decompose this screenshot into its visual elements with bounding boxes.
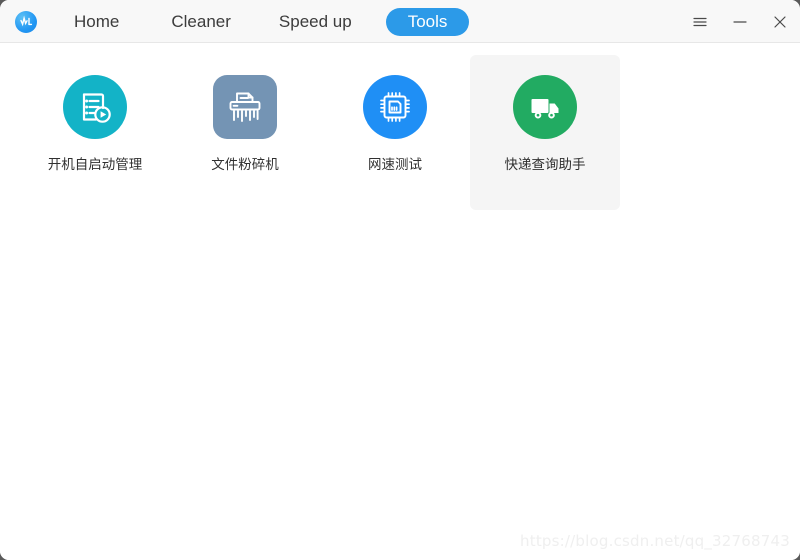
tool-card-network-speed-test[interactable]: 网速测试 xyxy=(320,55,470,210)
window-controls xyxy=(680,0,800,43)
minimize-button[interactable] xyxy=(720,0,760,43)
nav-item-cleaner[interactable]: Cleaner xyxy=(157,8,245,36)
application-window: Home Cleaner Speed up Tools 开机自启动管理 文件粉碎… xyxy=(0,0,800,560)
menu-button[interactable] xyxy=(680,0,720,43)
tool-card-delivery-tracking[interactable]: 快递查询助手 xyxy=(470,55,620,210)
nav-item-speed-up-label: Speed up xyxy=(278,11,352,31)
content-area: 开机自启动管理 文件粉碎机 网速测试 快递查询助手 https://blog.c… xyxy=(0,43,800,560)
tool-card-startup-manager-label: 开机自启动管理 xyxy=(47,157,143,173)
nav-item-home[interactable]: Home xyxy=(60,8,133,36)
tool-card-file-shredder-label: 文件粉碎机 xyxy=(211,157,279,173)
tools-grid: 开机自启动管理 文件粉碎机 网速测试 快递查询助手 xyxy=(20,55,620,210)
nav-item-cleaner-label: Cleaner xyxy=(171,11,231,31)
close-icon xyxy=(772,15,788,29)
tool-card-startup-manager[interactable]: 开机自启动管理 xyxy=(20,55,170,210)
title-bar: Home Cleaner Speed up Tools xyxy=(0,0,800,43)
tool-card-network-speed-test-label: 网速测试 xyxy=(368,157,422,173)
tool-card-file-shredder[interactable]: 文件粉碎机 xyxy=(170,55,320,210)
nav-item-tools[interactable]: Tools xyxy=(385,7,470,36)
nav-item-home-label: Home xyxy=(74,11,120,31)
nav-item-tools-label: Tools xyxy=(407,11,448,31)
watermark-text: https://blog.csdn.net/qq_32768743 xyxy=(520,532,790,550)
tool-card-delivery-tracking-label: 快递查询助手 xyxy=(504,157,586,173)
minimize-icon xyxy=(732,15,748,29)
delivery-tracking-icon xyxy=(513,75,577,139)
app-waveform-logo-icon xyxy=(15,11,37,33)
network-speed-test-icon xyxy=(363,75,427,139)
nav-item-speed-up[interactable]: Speed up xyxy=(265,8,366,36)
hamburger-menu-icon xyxy=(692,15,708,29)
main-navigation: Home Cleaner Speed up Tools xyxy=(60,0,489,43)
file-shredder-icon xyxy=(213,75,277,139)
close-button[interactable] xyxy=(760,0,800,43)
startup-manager-icon xyxy=(63,75,127,139)
